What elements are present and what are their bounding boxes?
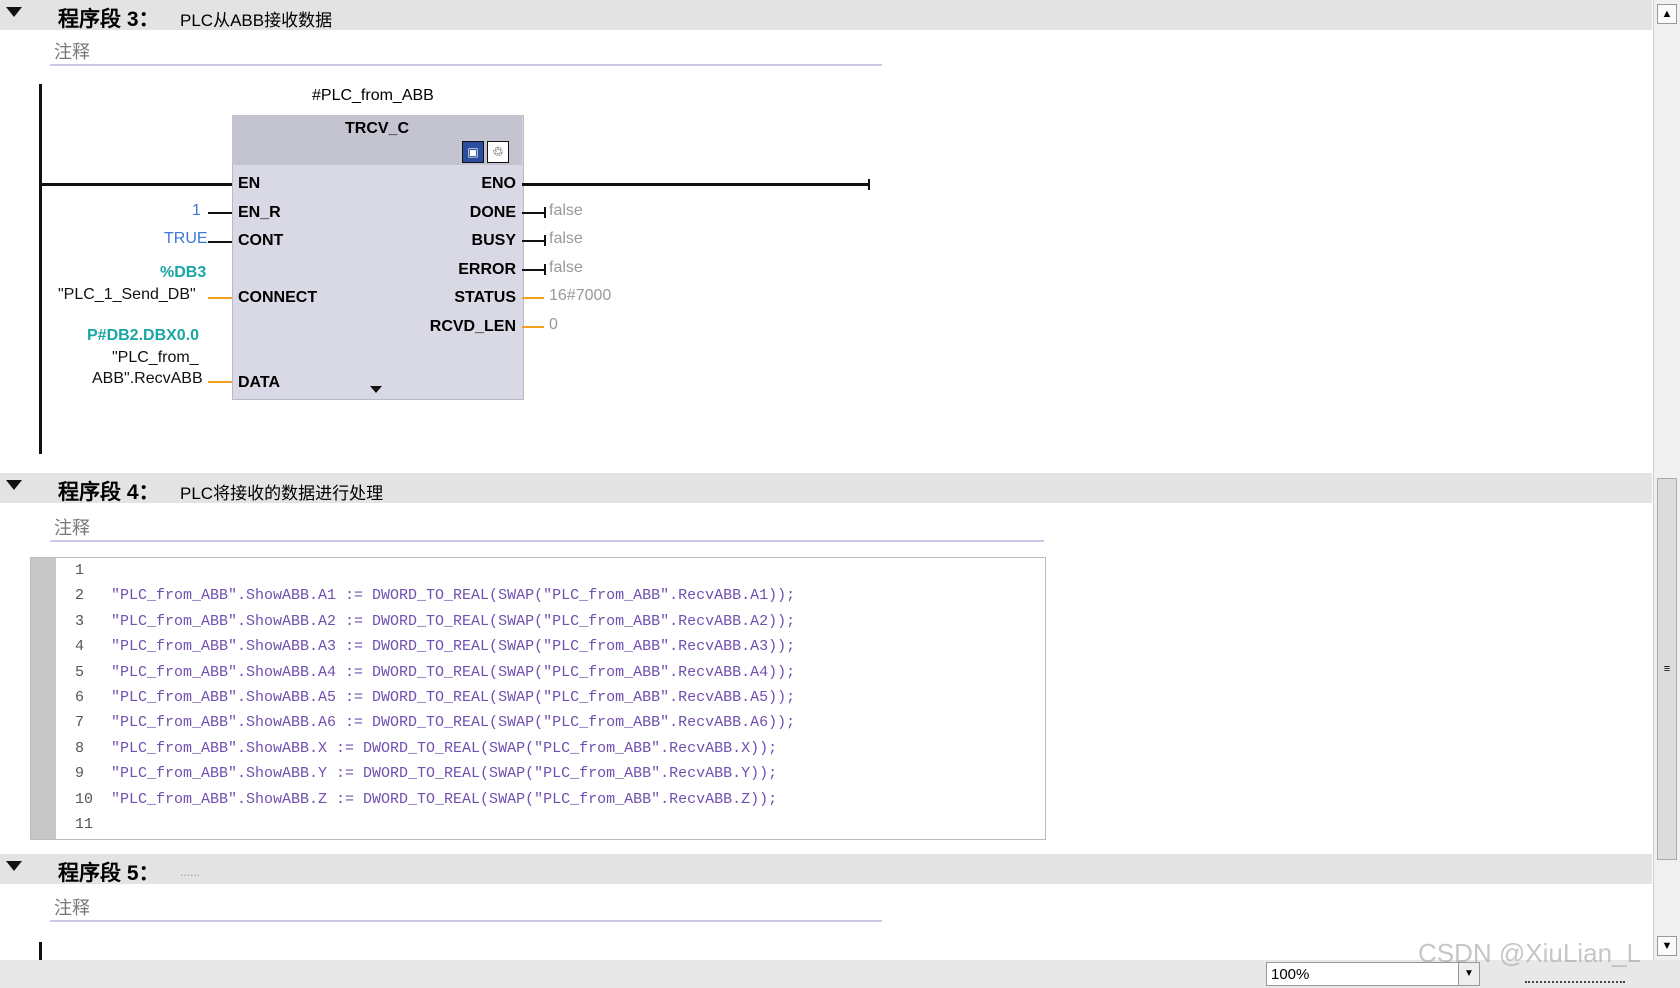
segment-3-header[interactable]: 程序段 3： PLC从ABB接收数据 <box>0 0 1652 31</box>
vertical-scrollbar[interactable]: ▲ ≡ ▼ <box>1653 0 1680 960</box>
pin-en: EN <box>238 175 261 192</box>
code-line-number: 1 <box>75 562 85 579</box>
scroll-thumb[interactable]: ≡ <box>1657 478 1677 860</box>
pin-status: STATUS <box>454 289 516 306</box>
pin-done: DONE <box>469 204 516 221</box>
rcvd-len-value[interactable]: 0 <box>549 316 558 334</box>
connect-tag[interactable]: "PLC_1_Send_DB" <box>58 286 196 304</box>
collapse-triangle-icon[interactable] <box>6 861 22 871</box>
fb-block-name: TRCV_C <box>344 120 409 137</box>
data-address[interactable]: P#DB2.DBX0.0 <box>87 327 199 345</box>
code-line-text[interactable]: "PLC_from_ABB".ShowABB.A2 := DWORD_TO_RE… <box>111 613 795 630</box>
power-rail <box>39 84 42 454</box>
code-line-text[interactable]: "PLC_from_ABB".ShowABB.A1 := DWORD_TO_RE… <box>111 587 795 604</box>
en-r-wire <box>208 212 232 214</box>
done-wire <box>522 212 544 214</box>
connect-wire <box>208 297 232 299</box>
fb-instance-name[interactable]: #PLC_from_ABB <box>312 87 434 105</box>
cont-wire <box>208 241 232 243</box>
pin-connect: CONNECT <box>238 289 318 306</box>
pin-data: DATA <box>238 374 281 391</box>
error-wire <box>522 269 544 271</box>
segment-5-comment[interactable]: 注释 <box>50 890 882 922</box>
code-gutter <box>31 558 56 839</box>
fb-watch-icon[interactable]: ♲ <box>487 141 509 163</box>
code-line-text[interactable]: "PLC_from_ABB".ShowABB.A5 := DWORD_TO_RE… <box>111 689 795 706</box>
segment-4-label: 程序段 4： <box>58 481 160 504</box>
busy-value[interactable]: false <box>549 230 583 248</box>
code-line-text[interactable]: "PLC_from_ABB".ShowABB.Z := DWORD_TO_REA… <box>111 791 777 808</box>
code-line-text[interactable]: "PLC_from_ABB".ShowABB.X := DWORD_TO_REA… <box>111 740 777 757</box>
segment-3-comment[interactable]: 注释 <box>50 34 882 66</box>
pin-eno: ENO <box>481 175 516 192</box>
status-bar: 100% ▼ CSDN @XiuLian_L <box>0 938 1680 988</box>
scroll-down-icon[interactable]: ▼ <box>1657 936 1677 956</box>
zoom-slider[interactable] <box>1525 975 1625 983</box>
data-tag-line2[interactable]: ABB".RecvABB <box>92 370 203 388</box>
done-wire-end <box>544 207 546 218</box>
watermark: CSDN @XiuLian_L <box>1418 938 1641 968</box>
segment-3-label: 程序段 3： <box>58 8 160 31</box>
segment-5-title[interactable]: ...... <box>180 865 200 879</box>
code-line-text[interactable]: "PLC_from_ABB".ShowABB.A4 := DWORD_TO_RE… <box>111 664 795 681</box>
cont-value[interactable]: TRUE <box>164 230 208 248</box>
pin-en-r: EN_R <box>238 204 281 221</box>
dropdown-arrow-icon[interactable] <box>370 386 382 393</box>
status-value[interactable]: 16#7000 <box>549 287 611 305</box>
segment-4-comment[interactable]: 注释 <box>50 510 1044 542</box>
eno-wire <box>522 183 870 186</box>
segment-3-title[interactable]: PLC从ABB接收数据 <box>180 6 332 31</box>
fb-block-icon[interactable]: ▣ <box>462 141 484 163</box>
code-line-text[interactable]: "PLC_from_ABB".ShowABB.Y := DWORD_TO_REA… <box>111 765 777 782</box>
busy-wire-end <box>544 235 546 246</box>
status-wire <box>522 297 544 299</box>
scl-code-editor[interactable]: 1 2 "PLC_from_ABB".ShowABB.A1 := DWORD_TO_… <box>30 557 1046 840</box>
segment-5-label: 程序段 5： <box>58 862 160 885</box>
pin-busy: BUSY <box>471 232 516 249</box>
connect-address[interactable]: %DB3 <box>160 264 206 282</box>
pin-error: ERROR <box>458 261 516 278</box>
error-value[interactable]: false <box>549 259 583 277</box>
pin-cont: CONT <box>238 232 284 249</box>
collapse-triangle-icon[interactable] <box>6 480 22 490</box>
segment-4-title[interactable]: PLC将接收的数据进行处理 <box>180 479 383 504</box>
code-line-number: 11 <box>75 816 94 833</box>
segment-4-header[interactable]: 程序段 4： PLC将接收的数据进行处理 <box>0 473 1652 504</box>
busy-wire <box>522 240 544 242</box>
data-wire <box>208 381 232 383</box>
error-wire-end <box>544 264 546 275</box>
power-rail-segment-5 <box>39 942 42 960</box>
en-r-value[interactable]: 1 <box>192 202 201 220</box>
en-wire <box>39 183 232 186</box>
done-value[interactable]: false <box>549 202 583 220</box>
pin-rcvd-len: RCVD_LEN <box>429 318 516 335</box>
code-line-text[interactable]: "PLC_from_ABB".ShowABB.A6 := DWORD_TO_RE… <box>111 714 795 731</box>
collapse-triangle-icon[interactable] <box>6 7 22 17</box>
scroll-up-icon[interactable]: ▲ <box>1657 4 1677 24</box>
code-line-text[interactable]: "PLC_from_ABB".ShowABB.A3 := DWORD_TO_RE… <box>111 638 795 655</box>
rcvd-len-wire <box>522 326 544 328</box>
eno-wire-end <box>868 179 870 190</box>
zoom-value: 100% <box>1271 966 1310 983</box>
segment-5-header[interactable]: 程序段 5： ...... <box>0 854 1652 885</box>
data-tag-line1[interactable]: "PLC_from_ <box>112 349 199 367</box>
